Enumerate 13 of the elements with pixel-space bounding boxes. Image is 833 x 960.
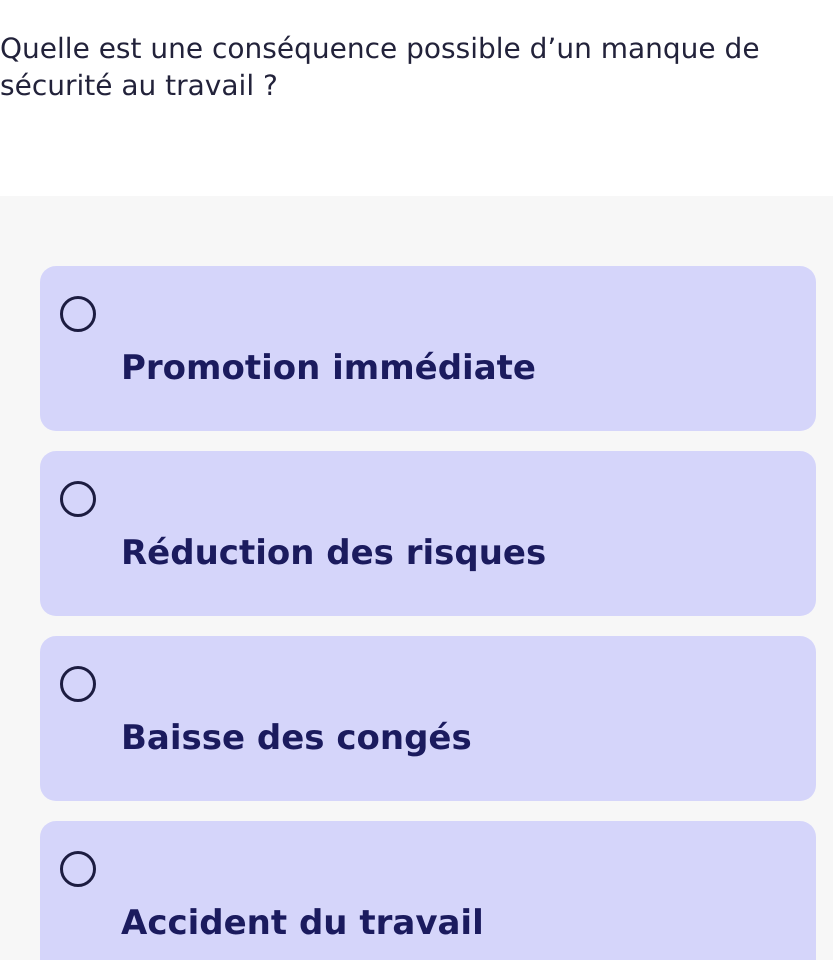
option-label: Baisse des congés: [120, 718, 472, 758]
radio-button[interactable]: [60, 666, 96, 702]
radio-button[interactable]: [60, 851, 96, 887]
radio-button[interactable]: [60, 296, 96, 332]
option-label: Promotion immédiate: [120, 348, 536, 388]
answer-option[interactable]: Réduction des risques: [40, 451, 816, 616]
option-label: Accident du travail: [120, 903, 484, 943]
question-text: Quelle est une conséquence possible d’un manque de sécurité au travail ?: [0, 31, 761, 104]
option-label: Réduction des risques: [120, 533, 546, 573]
answer-option[interactable]: Baisse des congés: [40, 636, 816, 801]
answer-option[interactable]: Accident du travail: [40, 821, 816, 960]
answer-option[interactable]: Promotion immédiate: [40, 266, 816, 431]
radio-button[interactable]: [60, 481, 96, 517]
